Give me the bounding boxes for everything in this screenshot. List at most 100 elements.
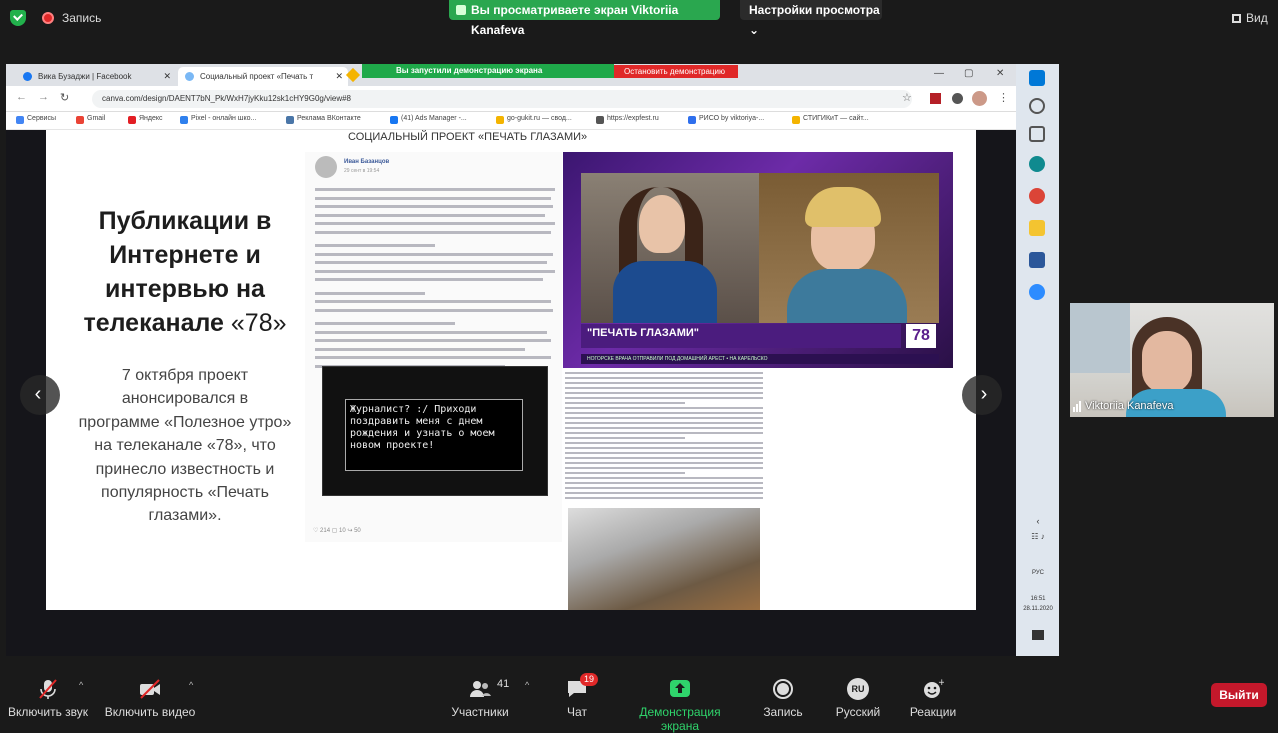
view-options-button[interactable]: Настройки просмотра ⌄ [740,0,882,37]
video-options-caret[interactable]: ^ [189,680,193,690]
close-icon[interactable]: ✕ [163,67,171,86]
text-line [315,339,551,342]
facebook-icon [23,72,32,81]
text-line [315,213,545,217]
previous-slide-button[interactable]: ‹ [20,375,60,415]
bookmark-item[interactable]: https://expfest.ru [596,115,659,124]
chevron-up-icon[interactable]: ‹ [1020,516,1056,526]
search-icon[interactable] [1029,98,1045,114]
task-view-icon[interactable] [1029,126,1045,142]
text-line [315,356,551,359]
smile-icon: + [922,678,946,700]
bookmark-item[interactable]: Реклама ВКонтакте [286,115,361,124]
folder-icon[interactable] [1029,220,1045,236]
url-field[interactable]: canva.com/design/DAENT7bN_Pk/WxH7jyKku12… [92,90,912,108]
language-icon: RU [847,678,869,700]
maximize-icon[interactable]: ▢ [964,68,973,79]
text-line [565,477,763,479]
text-line [565,452,763,454]
body-line: на телеканале «78», что [94,437,276,455]
next-slide-button[interactable]: › [962,375,1002,415]
text-line [565,457,763,459]
title-quote: «78» [230,309,287,337]
text-line [565,422,763,424]
text-line [565,417,763,419]
stop-share-button[interactable]: Остановить демонстрацию [614,65,738,78]
language-indicator[interactable]: РУС [1020,570,1056,576]
extension-icon[interactable] [930,93,941,104]
chat-icon: 19 [566,673,598,700]
terminal-text: Журналист? :/ Приходи поздравить меня с … [345,399,523,471]
reactions-button[interactable]: + Реакции [878,668,988,719]
close-window-icon[interactable]: ✕ [996,68,1004,79]
text-line [315,205,553,208]
word-icon[interactable] [1029,252,1045,268]
reload-icon[interactable]: ↻ [60,91,69,104]
unmute-label: Включить звук [7,705,89,719]
bookmark-item[interactable]: Яндекс [128,115,163,124]
post-image: Журналист? :/ Приходи поздравить меня с … [322,366,548,496]
title-line: интервью на [105,275,265,303]
unmute-button[interactable]: Включить звук [0,668,103,719]
shield-icon[interactable] [10,10,26,26]
avatar[interactable] [972,91,987,106]
audio-options-caret[interactable]: ^ [79,680,83,690]
text-line [565,427,763,429]
text-line [315,278,543,281]
bookmark-item[interactable]: Gmail [76,115,105,124]
svg-text:+: + [938,678,944,688]
participants-button[interactable]: 41 Участники [425,668,535,719]
tv-guest-left [581,173,759,323]
tv-guest-right [759,173,939,323]
bookmark-item[interactable]: СТИГИКиТ — сайт... [792,115,869,124]
text-line [565,382,763,384]
share-screen-button[interactable]: Демонстрация экрана [620,668,740,733]
clock-date: 28.11.2020 [1023,606,1053,612]
notification-icon[interactable] [1032,630,1044,640]
text-line [315,300,551,303]
text-line [315,322,455,325]
text-line [315,261,547,264]
text-line [315,269,555,273]
network-icon[interactable]: ☷ ♪ [1020,532,1056,541]
post-date: 29 сент в 19:54 [344,168,380,174]
forward-icon[interactable]: → [38,91,49,103]
menu-icon[interactable]: ⋮ [998,91,1009,104]
puzzle-icon[interactable] [952,93,963,104]
text-line [315,347,525,351]
text-line [565,407,763,409]
start-video-button[interactable]: Включить видео [95,668,205,719]
drive-icon[interactable] [345,67,361,83]
share-screen-label: Демонстрация экрана [639,705,721,733]
bookmark-item[interactable]: go-gukit.ru — свод... [496,115,572,124]
url-text: canva.com/design/DAENT7bN_Pk/WxH7jyKku12… [102,94,351,103]
minimize-icon[interactable]: — [934,68,944,79]
participant-name: Viktoriia Kanafeva [1073,400,1173,412]
microphone-muted-icon [37,678,59,700]
reactions-label: Реакции [909,705,957,719]
star-icon[interactable]: ☆ [902,91,912,104]
slide-header: СОЦИАЛЬНЫЙ ПРОЕКТ «ПЕЧАТЬ ГЛАЗАМИ» [348,131,588,143]
bookmark-item[interactable]: (41) Ads Manager -... [390,115,467,124]
text-line [565,442,763,444]
canva-viewer: СОЦИАЛЬНЫЙ ПРОЕКТ «ПЕЧАТЬ ГЛАЗАМИ» Публи… [6,130,1016,656]
edge-icon[interactable] [1029,156,1045,172]
chrome-icon[interactable] [1029,188,1045,204]
slide-body-text: 7 октября проект анонсировался в програм… [46,364,324,528]
start-icon[interactable] [1029,70,1045,86]
participant-video[interactable]: Viktoriia Kanafeva [1070,303,1274,417]
close-icon[interactable]: ✕ [335,67,343,86]
browser-tab-canva[interactable]: Социальный проект «Печать т ✕ [178,67,348,86]
zoom-icon[interactable] [1029,284,1045,300]
bookmark-item[interactable]: Сервисы [16,115,56,124]
leave-button[interactable]: Выйти [1211,683,1267,707]
tv-caption: "ПЕЧАТЬ ГЛАЗАМИ" [581,324,901,348]
back-icon[interactable]: ← [16,91,27,103]
bookmark-item[interactable]: Pixel - онлайн шко... [180,115,256,124]
bookmark-item[interactable]: PИСО by viktoriya-... [688,115,764,124]
browser-tab-facebook[interactable]: Вика Бузаджи | Facebook ✕ [16,67,176,86]
chat-button[interactable]: 19 Чат [522,668,632,719]
share-notice-bar: Вы запустили демонстрацию экрана [362,64,614,78]
text-line [565,377,763,379]
view-button[interactable]: Вид [1232,11,1268,25]
